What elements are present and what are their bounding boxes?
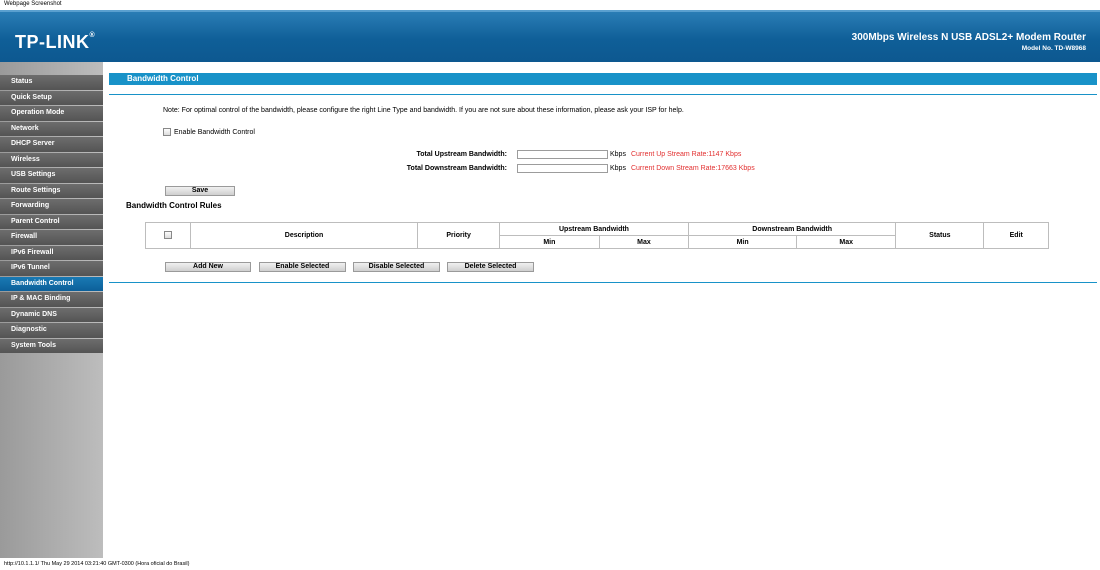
- main-content: Bandwidth Control Note: For optimal cont…: [103, 62, 1100, 558]
- enable-bandwidth-checkbox[interactable]: [163, 128, 171, 136]
- sidebar: Status Quick Setup Operation Mode Network DH…: [0, 62, 103, 558]
- sidebar-item-diagnostic[interactable]: Diagnostic: [0, 323, 103, 338]
- sidebar-item-route-settings[interactable]: Route Settings: [0, 183, 103, 198]
- select-all-cell: [145, 222, 191, 249]
- enable-bandwidth-row: Enable Bandwidth Control: [163, 128, 255, 136]
- col-edit: Edit: [983, 222, 1049, 249]
- save-button[interactable]: Save: [165, 186, 235, 196]
- col-up-max: Max: [598, 235, 690, 249]
- model-number: Model No. TD-W8968: [1021, 45, 1086, 52]
- delete-selected-button[interactable]: Delete Selected: [447, 262, 534, 272]
- sidebar-item-wireless[interactable]: Wireless: [0, 152, 103, 167]
- rules-title: Bandwidth Control Rules: [126, 201, 222, 210]
- col-upstream: Upstream Bandwidth: [498, 222, 690, 236]
- downstream-label: Total Downstream Bandwidth:: [406, 165, 507, 172]
- divider-top: [109, 94, 1097, 95]
- sidebar-item-forwarding[interactable]: Forwarding: [0, 199, 103, 214]
- upstream-input[interactable]: [517, 150, 608, 159]
- downstream-row: Total Downstream Bandwidth: Kbps Current…: [307, 164, 755, 173]
- downstream-rate: Current Down Stream Rate:17663 Kbps: [630, 165, 755, 172]
- sidebar-menu: Status Quick Setup Operation Mode Network DH…: [0, 75, 103, 354]
- upstream-unit: Kbps: [610, 151, 626, 158]
- upstream-rate: Current Up Stream Rate:1147 Kbps: [630, 151, 742, 158]
- enable-bandwidth-label: Enable Bandwidth Control: [174, 128, 255, 136]
- downstream-input[interactable]: [517, 164, 608, 173]
- col-status: Status: [895, 222, 985, 249]
- screenshot-label: Webpage Screenshot: [4, 1, 62, 7]
- sidebar-item-firewall[interactable]: Firewall: [0, 230, 103, 245]
- add-new-button[interactable]: Add New: [165, 262, 251, 272]
- sidebar-item-operation-mode[interactable]: Operation Mode: [0, 106, 103, 121]
- sidebar-item-bandwidth-control[interactable]: Bandwidth Control: [0, 276, 103, 291]
- sidebar-item-ipv6-tunnel[interactable]: IPv6 Tunnel: [0, 261, 103, 276]
- sidebar-item-ipv6-firewall[interactable]: IPv6 Firewall: [0, 245, 103, 260]
- sidebar-item-system-tools[interactable]: System Tools: [0, 338, 103, 353]
- col-description: Description: [189, 222, 419, 249]
- select-all-checkbox[interactable]: [163, 230, 172, 239]
- disable-selected-button[interactable]: Disable Selected: [353, 262, 440, 272]
- col-down-max: Max: [796, 235, 897, 249]
- bandwidth-note: Note: For optimal control of the bandwid…: [163, 107, 684, 114]
- col-downstream: Downstream Bandwidth: [688, 222, 897, 236]
- page-title: Bandwidth Control: [109, 73, 1097, 85]
- downstream-unit: Kbps: [610, 165, 626, 172]
- col-down-min: Min: [688, 235, 798, 249]
- sidebar-item-parent-control[interactable]: Parent Control: [0, 214, 103, 229]
- upstream-label: Total Upstream Bandwidth:: [416, 151, 507, 158]
- sidebar-item-dynamic-dns[interactable]: Dynamic DNS: [0, 307, 103, 322]
- divider-bottom: [109, 282, 1097, 283]
- sidebar-item-status[interactable]: Status: [0, 75, 103, 90]
- tp-link-logo: TP-LINK®: [15, 32, 96, 52]
- browser-status-bar: http://10.1.1.1/ Thu May 29 2014 03:21:4…: [0, 558, 1100, 570]
- product-name: 300Mbps Wireless N USB ADSL2+ Modem Rout…: [851, 32, 1086, 43]
- enable-selected-button[interactable]: Enable Selected: [259, 262, 346, 272]
- upstream-row: Total Upstream Bandwidth: Kbps Current U…: [307, 150, 741, 159]
- col-up-min: Min: [498, 235, 600, 249]
- page-header: TP-LINK® 300Mbps Wireless N USB ADSL2+ M…: [0, 10, 1100, 62]
- col-priority: Priority: [417, 222, 500, 249]
- sidebar-item-usb-settings[interactable]: USB Settings: [0, 168, 103, 183]
- sidebar-item-quick-setup[interactable]: Quick Setup: [0, 90, 103, 105]
- logo-text: TP-LINK: [15, 32, 90, 52]
- sidebar-item-network[interactable]: Network: [0, 121, 103, 136]
- sidebar-item-dhcp-server[interactable]: DHCP Server: [0, 137, 103, 152]
- sidebar-item-ip-mac-binding[interactable]: IP & MAC Binding: [0, 292, 103, 307]
- rules-table: Description Priority Upstream Bandwidth …: [145, 222, 1049, 249]
